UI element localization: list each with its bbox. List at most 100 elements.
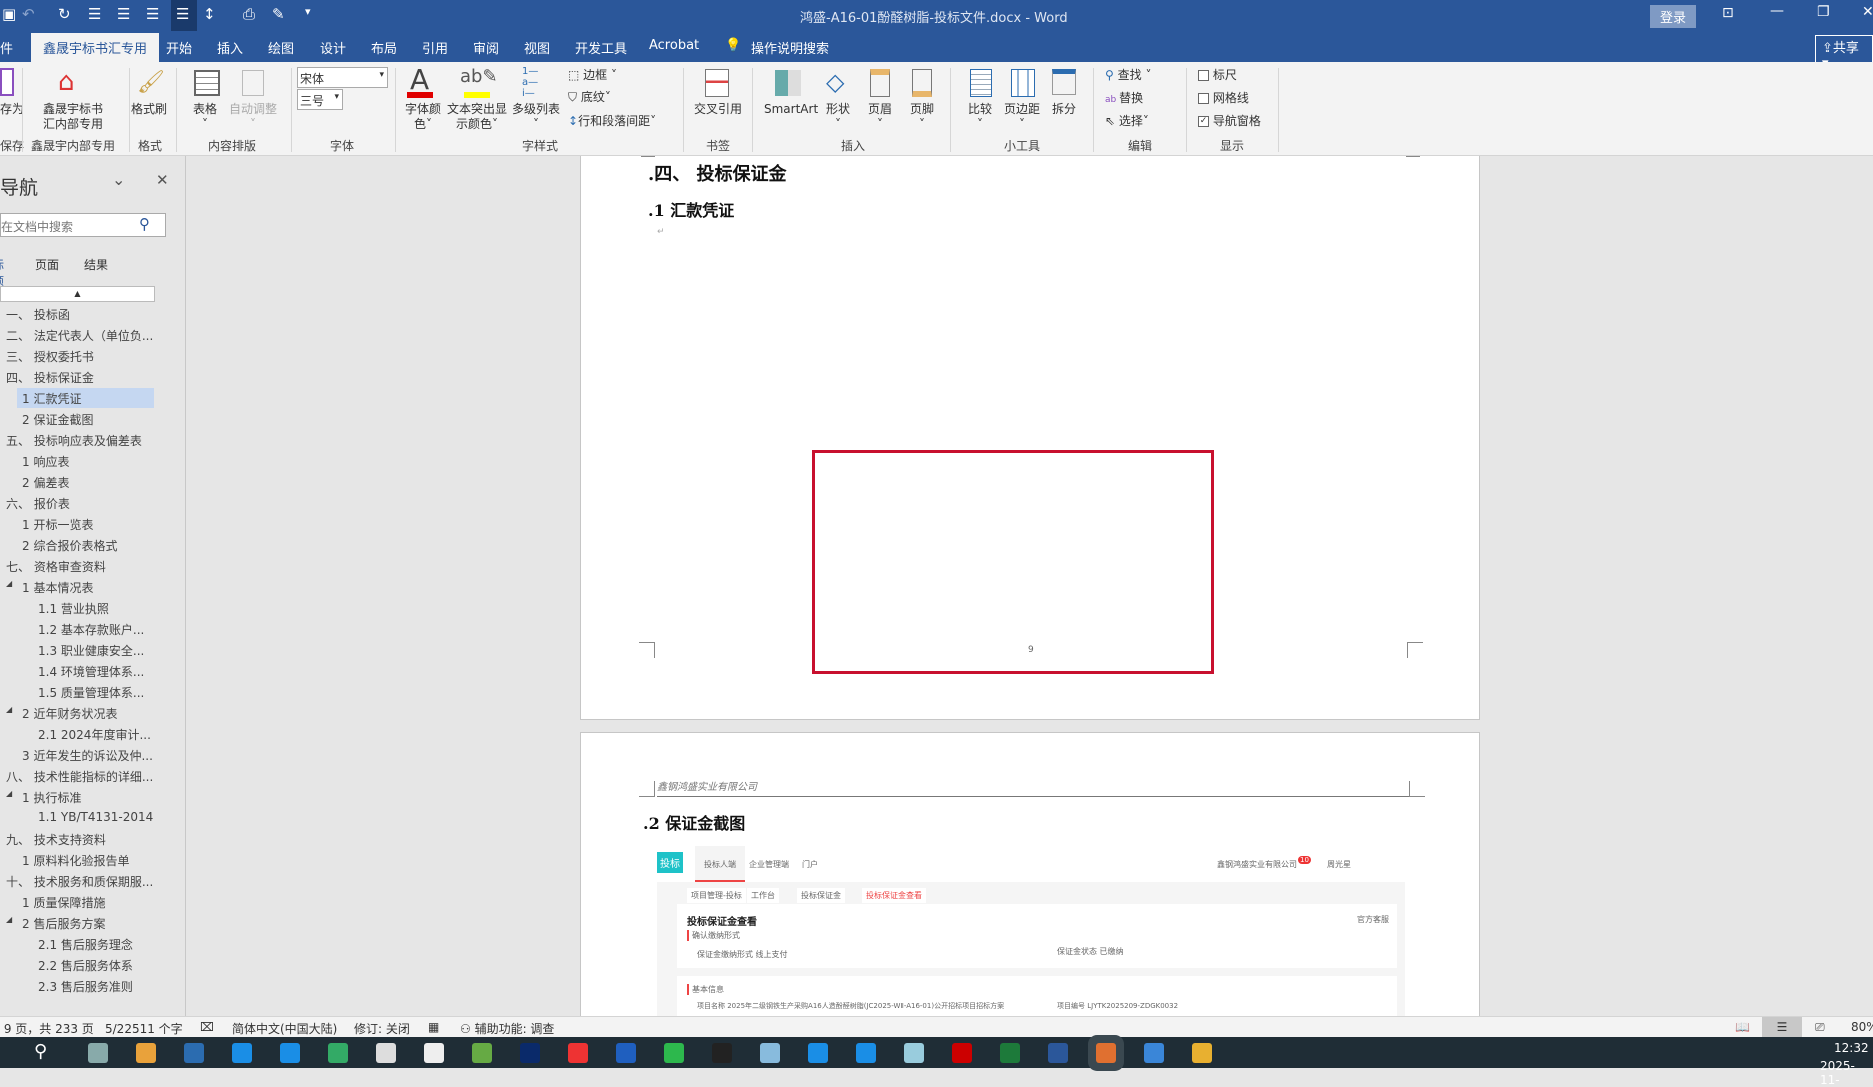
nav-options-icon[interactable]: ⌄: [112, 170, 125, 189]
nav-heading-item[interactable]: 2 偏差表: [22, 474, 69, 491]
smartart-button[interactable]: SmartArt: [764, 102, 818, 117]
proofing-icon[interactable]: ⌧: [200, 1020, 214, 1034]
heading-2-screenshot[interactable]: .2 保证金截图: [643, 810, 745, 834]
tab-home[interactable]: 开始: [166, 38, 192, 57]
taskbar-app-icon[interactable]: [424, 1043, 444, 1063]
nav-heading-item[interactable]: 2.1 售后服务理念: [38, 936, 133, 953]
nav-heading-item[interactable]: 1.1 YB/T4131-2014: [38, 810, 153, 824]
ribbon-display-icon[interactable]: ⊡: [1722, 5, 1734, 21]
expand-toggle-icon[interactable]: ◢: [6, 789, 12, 798]
search-icon[interactable]: ⚲: [139, 215, 150, 233]
nav-heading-item[interactable]: 九、 技术支持资料: [6, 831, 106, 848]
nav-heading-item[interactable]: 三、 授权委托书: [6, 348, 94, 365]
align-left-icon[interactable]: ☰: [88, 5, 101, 23]
read-mode-icon[interactable]: 📖: [1735, 1020, 1750, 1034]
accessibility-status[interactable]: ⚇ 辅助功能: 调查: [460, 1020, 554, 1037]
autofit-button[interactable]: 自动调整 ˅: [229, 102, 277, 132]
taskbar-app-icon[interactable]: [1000, 1043, 1020, 1063]
multilevel-list-button[interactable]: 多级列表 ˅: [512, 102, 560, 132]
customize-qat-icon[interactable]: ▾: [305, 5, 311, 18]
nav-close-icon[interactable]: ✕: [156, 171, 169, 189]
xsy-button[interactable]: 鑫晟宇标书 汇内部专用: [40, 102, 106, 132]
nav-heading-item[interactable]: 2.1 2024年度审计...: [38, 726, 151, 743]
nav-heading-item[interactable]: 七、 资格审查资料: [6, 558, 106, 575]
nav-heading-item[interactable]: 六、 报价表: [6, 495, 70, 512]
taskbar-app-icon[interactable]: [280, 1043, 300, 1063]
undo-icon[interactable]: ↶: [22, 5, 35, 23]
align-right-icon[interactable]: ☰: [146, 5, 159, 23]
taskbar-app-icon[interactable]: [1096, 1043, 1116, 1063]
nav-heading-item[interactable]: 一、 投标函: [6, 306, 70, 323]
macro-icon[interactable]: ▦: [428, 1020, 439, 1034]
align-center-icon[interactable]: ☰: [117, 5, 130, 23]
minimize-icon[interactable]: —: [1770, 3, 1784, 19]
margins-button[interactable]: 页边距 ˅: [1004, 102, 1040, 132]
select-button[interactable]: ⇖ 选择˅: [1105, 114, 1149, 129]
nav-heading-item[interactable]: 1 汇款凭证: [22, 390, 81, 407]
restore-icon[interactable]: ❐: [1817, 4, 1830, 20]
heading-2-remittance[interactable]: .1 汇款凭证: [648, 197, 734, 221]
login-button[interactable]: 登录: [1650, 5, 1697, 28]
expand-toggle-icon[interactable]: ◢: [6, 579, 12, 588]
taskbar-app-icon[interactable]: [808, 1043, 828, 1063]
nav-heading-item[interactable]: 1 质量保障措施: [22, 894, 105, 911]
save-as-button[interactable]: 存为: [0, 102, 24, 117]
taskbar-app-icon[interactable]: [904, 1043, 924, 1063]
tell-me-search[interactable]: 操作说明搜索: [751, 38, 829, 57]
taskbar-app-icon[interactable]: [568, 1043, 588, 1063]
taskbar-app-icon[interactable]: [1144, 1043, 1164, 1063]
taskbar-app-icon[interactable]: [88, 1043, 108, 1063]
embedded-screenshot[interactable]: 投标 投标人端 企业管理端 门户 鑫钢鸿盛实业有限公司 10 周光星 项目管理-…: [657, 846, 1405, 1016]
border-button[interactable]: ⬚ 边框 ˅: [568, 68, 617, 83]
page-count[interactable]: 第 9 页，共 233 页: [0, 1020, 94, 1037]
search-icon[interactable]: ⚲: [34, 1041, 47, 1062]
tab-layout[interactable]: 布局: [371, 38, 397, 57]
taskbar-app-icon[interactable]: [1048, 1043, 1068, 1063]
nav-heading-item[interactable]: 2 近年财务状况表: [22, 705, 117, 722]
print-layout-icon[interactable]: ☰: [1762, 1017, 1802, 1038]
zoom-level[interactable]: 80%: [1851, 1020, 1873, 1034]
gridlines-checkbox[interactable]: 网格线: [1198, 91, 1249, 106]
save-icon[interactable]: ▣: [2, 5, 16, 23]
nav-heading-item[interactable]: 1 原料料化验报告单: [22, 852, 129, 869]
nav-heading-item[interactable]: 五、 投标响应表及偏差表: [6, 432, 142, 449]
eraser-icon[interactable]: ✎: [272, 5, 285, 23]
taskbar-app-icon[interactable]: [136, 1043, 156, 1063]
taskbar-app-icon[interactable]: [856, 1043, 876, 1063]
taskbar-app-icon[interactable]: [952, 1043, 972, 1063]
ruler-checkbox[interactable]: 标尺: [1198, 68, 1237, 83]
tab-insert[interactable]: 插入: [217, 38, 243, 57]
nav-heading-item[interactable]: 1.1 营业执照: [38, 600, 109, 617]
cross-reference-button[interactable]: 交叉引用: [694, 102, 742, 117]
heading-1[interactable]: .四、 投标保证金: [648, 160, 787, 186]
split-button[interactable]: 拆分: [1052, 102, 1076, 117]
format-painter-button[interactable]: 格式刷: [131, 102, 167, 117]
navpane-checkbox[interactable]: ✓ 导航窗格: [1198, 114, 1261, 129]
nav-search-input[interactable]: 在文档中搜索 ⚲: [0, 213, 166, 237]
taskbar-app-icon[interactable]: [472, 1043, 492, 1063]
nav-heading-item[interactable]: 2 综合报价表格式: [22, 537, 117, 554]
save-as-icon[interactable]: ⎙: [243, 5, 255, 23]
nav-heading-item[interactable]: 2.2 售后服务体系: [38, 957, 133, 974]
taskbar-app-icon[interactable]: [712, 1043, 732, 1063]
nav-scroll-up-button[interactable]: ▲: [0, 286, 155, 302]
tab-file[interactable]: 件: [0, 38, 13, 57]
tab-acrobat[interactable]: Acrobat: [649, 38, 699, 53]
nav-heading-item[interactable]: 2 售后服务方案: [22, 915, 105, 932]
nav-heading-item[interactable]: 2.3 售后服务准则: [38, 978, 133, 995]
redo-icon[interactable]: ↻: [58, 5, 71, 23]
tab-view[interactable]: 视图: [524, 38, 550, 57]
tab-review[interactable]: 审阅: [473, 38, 499, 57]
taskbar-app-icon[interactable]: [376, 1043, 396, 1063]
nav-tab-results[interactable]: 结果: [84, 256, 108, 273]
font-color-button[interactable]: 字体颜 色˅: [405, 102, 441, 132]
nav-heading-item[interactable]: 十、 技术服务和质保期服...: [6, 873, 153, 890]
font-name-select[interactable]: 宋体 ▾: [297, 67, 388, 88]
expand-toggle-icon[interactable]: ◢: [6, 705, 12, 714]
compare-button[interactable]: 比较 ˅: [968, 102, 992, 132]
nav-heading-item[interactable]: 1 开标一览表: [22, 516, 93, 533]
tab-design[interactable]: 设计: [320, 38, 346, 57]
font-size-select[interactable]: 三号 ▾: [297, 89, 343, 110]
nav-heading-item[interactable]: 1.3 职业健康安全...: [38, 642, 144, 659]
track-changes[interactable]: 修订: 关闭: [354, 1020, 410, 1037]
